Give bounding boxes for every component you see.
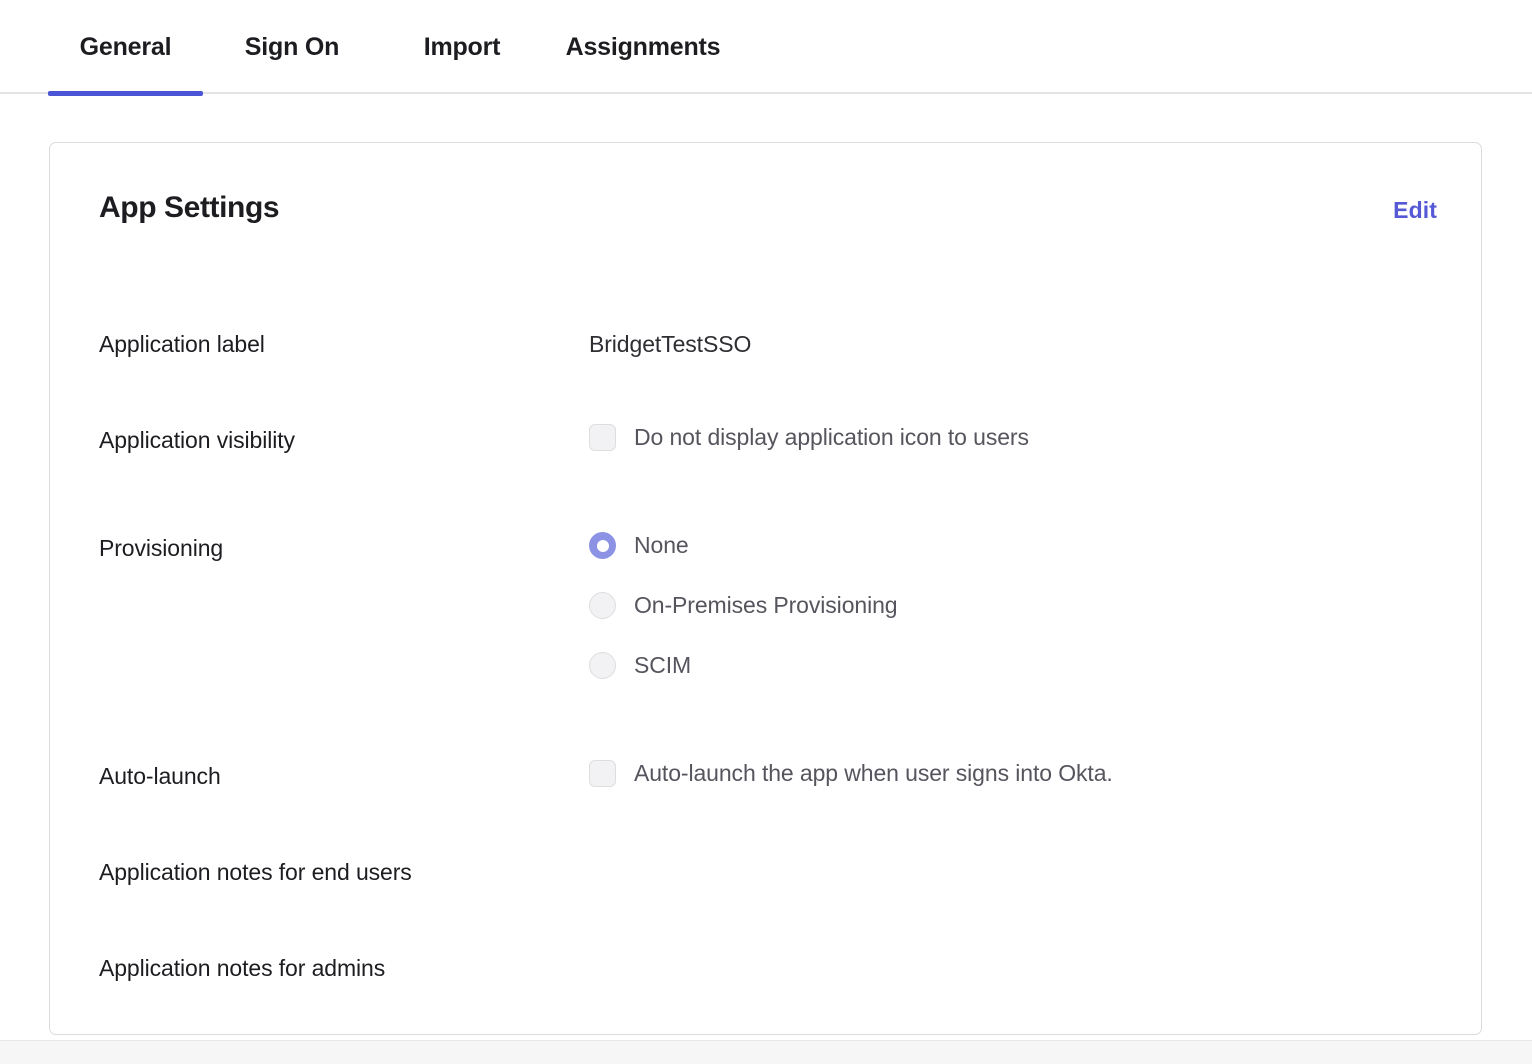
provisioning-radio-on-premises[interactable]: [589, 592, 616, 619]
tab-sign-on[interactable]: Sign On: [203, 0, 381, 94]
provisioning-option-scim[interactable]: SCIM: [589, 652, 691, 679]
hide-app-icon-checkbox[interactable]: [589, 424, 616, 451]
tab-import[interactable]: Import: [381, 0, 543, 94]
tab-general-label: General: [80, 33, 172, 62]
tab-general[interactable]: General: [48, 0, 203, 94]
application-label-label: Application label: [99, 331, 265, 358]
provisioning-radio-scim[interactable]: [589, 652, 616, 679]
provisioning-option-scim-label: SCIM: [634, 652, 691, 679]
app-settings-card: App Settings Edit Application label Brid…: [49, 142, 1482, 1035]
application-visibility-label: Application visibility: [99, 427, 295, 454]
page-title: App Settings: [99, 191, 279, 225]
provisioning-option-on-premises-label: On-Premises Provisioning: [634, 592, 897, 619]
auto-launch-label: Auto-launch: [99, 763, 221, 790]
tab-bar: General Sign On Import Assignments: [0, 0, 1532, 94]
tab-list: General Sign On Import Assignments: [48, 0, 743, 94]
app-settings-page: General Sign On Import Assignments App S…: [0, 0, 1532, 1064]
edit-button[interactable]: Edit: [1393, 197, 1437, 224]
tab-import-label: Import: [424, 33, 501, 62]
provisioning-option-none[interactable]: None: [589, 532, 689, 559]
tab-assignments[interactable]: Assignments: [543, 0, 743, 94]
provisioning-label: Provisioning: [99, 535, 223, 562]
application-label-value: BridgetTestSSO: [589, 331, 751, 358]
card-header: App Settings Edit: [50, 143, 1481, 273]
application-visibility-checkbox-row[interactable]: Do not display application icon to users: [589, 424, 1029, 451]
auto-launch-option-label: Auto-launch the app when user signs into…: [634, 760, 1113, 787]
provisioning-option-on-premises[interactable]: On-Premises Provisioning: [589, 592, 897, 619]
page-bottom-strip: [0, 1040, 1532, 1064]
auto-launch-checkbox[interactable]: [589, 760, 616, 787]
auto-launch-checkbox-row[interactable]: Auto-launch the app when user signs into…: [589, 760, 1113, 787]
notes-admins-label: Application notes for admins: [99, 955, 385, 982]
notes-end-users-label: Application notes for end users: [99, 859, 412, 886]
tab-sign-on-label: Sign On: [245, 33, 339, 62]
hide-app-icon-label: Do not display application icon to users: [634, 424, 1029, 451]
provisioning-radio-none[interactable]: [589, 532, 616, 559]
tab-assignments-label: Assignments: [566, 33, 721, 62]
provisioning-option-none-label: None: [634, 532, 689, 559]
